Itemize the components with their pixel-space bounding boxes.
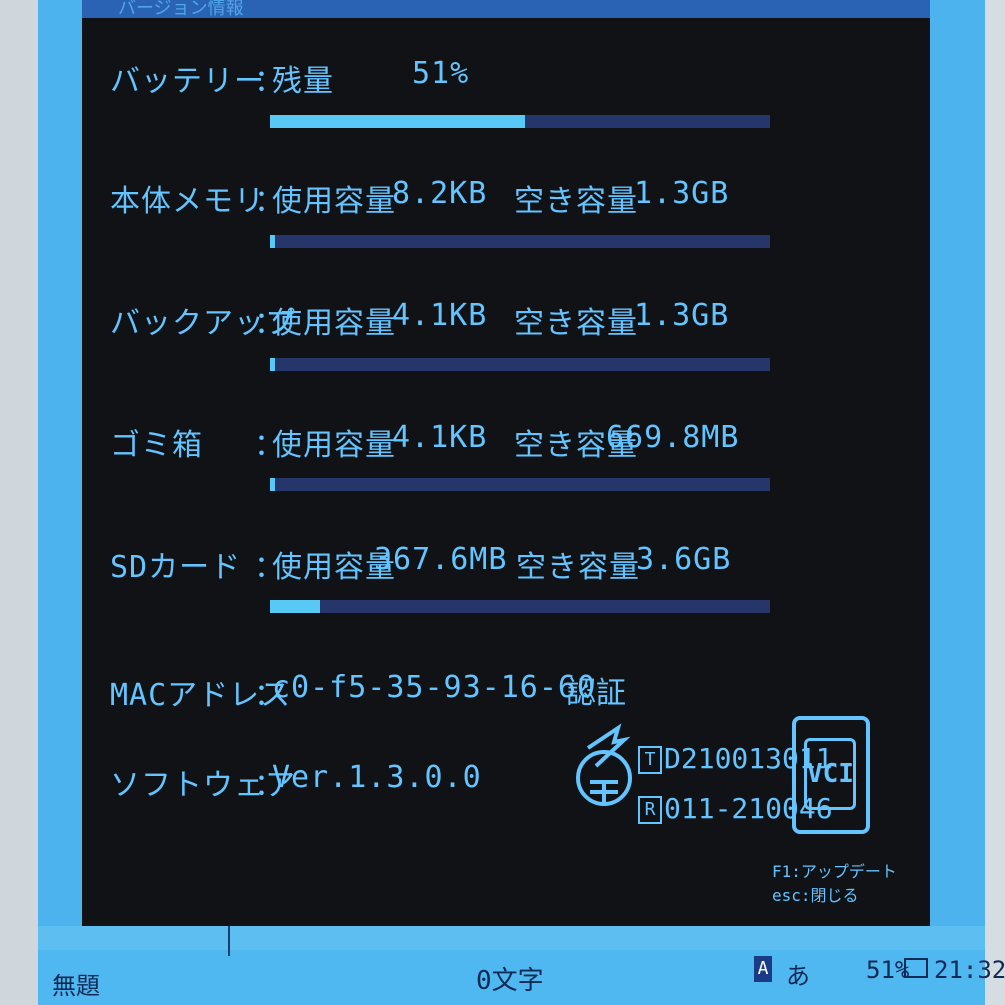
- trash-label: ゴミ箱: [110, 428, 203, 463]
- trash-bar: [270, 478, 770, 491]
- sd-bar-fill: [270, 600, 320, 613]
- backup-free-key: 空き容量: [514, 306, 638, 341]
- status-battery: 51%: [866, 956, 910, 984]
- battery-bar: [270, 115, 770, 128]
- memory-bar: [270, 235, 770, 248]
- backup-used-key: 使用容量: [272, 306, 396, 341]
- battery-label: バッテリー: [110, 64, 265, 99]
- sd-bar: [270, 600, 770, 613]
- trash-used: 4.1KB: [392, 420, 488, 455]
- mac-value: c0-f5-35-93-16-60: [272, 670, 597, 705]
- battery-key: 残量: [272, 64, 334, 99]
- cert-title: 認証: [566, 676, 626, 711]
- ime-mode[interactable]: あ: [786, 956, 810, 991]
- sd-free: 3.6GB: [636, 542, 732, 577]
- trash-free: 669.8MB: [606, 420, 740, 455]
- key-hints: F1:アップデート esc:閉じる: [772, 862, 913, 905]
- status-bar: 無題 0文字 A あ 51% 21:32: [38, 926, 1005, 1005]
- dialog-title: バージョン情報: [118, 0, 244, 19]
- backup-free: 1.3GB: [634, 298, 730, 333]
- sd-label: SDカード: [110, 550, 242, 585]
- backup-bar: [270, 358, 770, 371]
- vcci-logo: VCI: [792, 716, 870, 834]
- battery-value: 51%: [412, 56, 470, 91]
- sd-free-key: 空き容量: [516, 550, 640, 585]
- status-bar-top-strip: [38, 926, 985, 950]
- status-doc-name: 無題: [52, 972, 100, 1000]
- cert-t-mark: T: [638, 746, 662, 774]
- memory-free-key: 空き容量: [514, 184, 638, 219]
- battery-icon: [904, 958, 928, 978]
- device-bezel-right: [985, 0, 1005, 1005]
- vcci-logo-text: VCI: [804, 738, 856, 810]
- memory-used: 8.2KB: [392, 176, 488, 211]
- trash-used-key: 使用容量: [272, 428, 396, 463]
- memory-free: 1.3GB: [634, 176, 730, 211]
- trash-bar-fill: [270, 478, 275, 491]
- dialog-titlebar: バージョン情報: [82, 0, 930, 19]
- ime-mode-icon[interactable]: A: [754, 956, 772, 982]
- software-version: Ver.1.3.0.0: [272, 760, 482, 795]
- device-bezel-left: [0, 0, 38, 1005]
- info-dialog: バッテリー ： 残量 51% 本体メモリ ： 使用容量 8.2KB 空き容量 1…: [82, 18, 930, 926]
- status-divider: [228, 926, 230, 956]
- memory-label: 本体メモリ: [110, 184, 265, 219]
- telec-mark-icon: [576, 723, 632, 806]
- battery-bar-fill: [270, 115, 525, 128]
- cert-r-mark: R: [638, 796, 662, 824]
- memory-used-key: 使用容量: [272, 184, 396, 219]
- status-char-count: 0文字: [476, 966, 544, 996]
- backup-bar-fill: [270, 358, 275, 371]
- backup-used: 4.1KB: [392, 298, 488, 333]
- memory-bar-fill: [270, 235, 275, 248]
- sd-used: 367.6MB: [374, 542, 508, 577]
- status-clock: 21:32: [934, 956, 1005, 984]
